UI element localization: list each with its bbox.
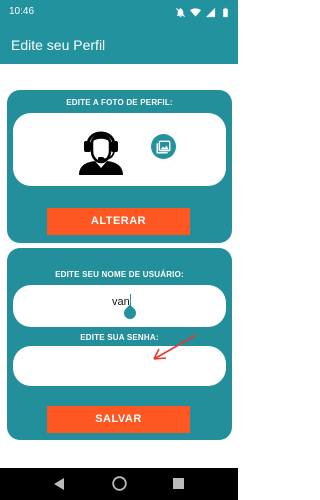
photo-panel (13, 113, 226, 186)
save-button[interactable]: SALVAR (47, 406, 190, 433)
status-time: 10:46 (9, 6, 35, 17)
recents-icon[interactable] (172, 477, 185, 495)
navigation-bar (0, 468, 238, 500)
home-icon[interactable] (112, 476, 127, 496)
username-input[interactable]: van (13, 285, 226, 327)
battery-icon (220, 5, 231, 18)
annotation-arrow-icon (150, 332, 200, 369)
gallery-button[interactable] (151, 134, 176, 159)
status-icons (175, 5, 231, 18)
status-bar: 10:46 (0, 0, 238, 24)
page-title: Edite seu Perfil (11, 37, 106, 53)
back-icon[interactable] (53, 477, 65, 496)
avatar-headset-icon (77, 121, 125, 180)
photo-heading: EDITE A FOTO DE PERFIL: (66, 98, 173, 107)
change-photo-button[interactable]: ALTERAR (47, 208, 190, 235)
cellular-icon (205, 5, 216, 18)
app-bar: Edite seu Perfil (0, 24, 238, 64)
wifi-icon (190, 5, 201, 17)
gallery-icon (156, 140, 171, 154)
username-heading: EDITE SEU NOME DE USUÁRIO: (55, 270, 184, 279)
notifications-off-icon (175, 5, 186, 18)
profile-photo-card: EDITE A FOTO DE PERFIL: ALTERAR (7, 90, 232, 243)
